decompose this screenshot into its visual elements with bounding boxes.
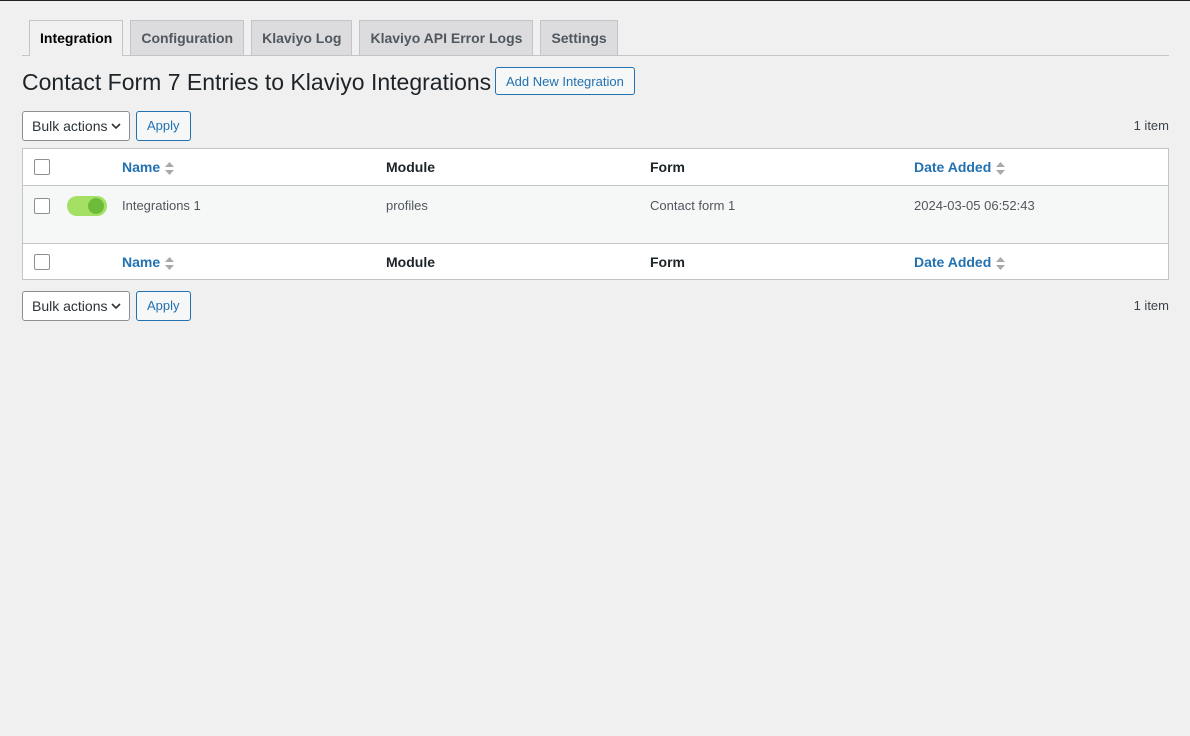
table-header: Name Module Form Date Added [23,149,1168,186]
column-name-label: Name [122,254,161,270]
select-all-checkbox-footer[interactable] [34,254,50,270]
column-date-label: Date Added [914,159,992,175]
column-module-footer: Module [386,254,435,270]
tab-integration[interactable]: Integration [29,20,124,56]
add-new-integration-button[interactable]: Add New Integration [495,67,635,95]
row-date-added: 2024-03-05 06:52:43 [914,198,1035,213]
integration-status-toggle[interactable] [67,196,107,216]
select-all-checkbox[interactable] [34,159,50,175]
column-name-sortable[interactable]: Name [122,159,175,175]
table-row: Integrations 1 profiles Contact form 1 2… [23,186,1168,243]
bulk-actions-bottom: Bulk actions Apply [22,291,191,321]
sort-icon [996,161,1006,175]
row-form: Contact form 1 [650,198,736,213]
toggle-knob [88,198,104,214]
bulk-actions-select[interactable]: Bulk actions [22,111,130,141]
page-title: Contact Form 7 Entries to Klaviyo Integr… [22,69,492,95]
bulk-actions-value: Bulk actions [32,298,108,314]
apply-button[interactable]: Apply [136,111,191,141]
bulk-actions-top: Bulk actions Apply [22,111,191,141]
row-name[interactable]: Integrations 1 [122,198,201,213]
chevron-down-icon [111,303,121,310]
bulk-actions-value: Bulk actions [32,118,108,134]
sort-icon [996,256,1006,270]
nav-tabs: Integration Configuration Klaviyo Log Kl… [29,20,625,56]
column-form: Form [650,159,685,175]
row-module: profiles [386,198,428,213]
column-name-label: Name [122,159,161,175]
column-name-sortable-footer[interactable]: Name [122,254,175,270]
bulk-actions-select-bottom[interactable]: Bulk actions [22,291,130,321]
integrations-table: Name Module Form Date Added Integrations… [22,148,1169,280]
table-footer: Name Module Form Date Added [23,243,1168,279]
items-count-bottom: 1 item [1133,298,1169,313]
column-date-added-sortable[interactable]: Date Added [914,159,1006,175]
tab-settings[interactable]: Settings [540,20,618,55]
tab-klaviyo-log[interactable]: Klaviyo Log [251,20,353,55]
tabs-divider [22,55,1169,56]
row-checkbox[interactable] [34,198,50,214]
column-date-added-sortable-footer[interactable]: Date Added [914,254,1006,270]
sort-icon [165,161,175,175]
column-date-label: Date Added [914,254,992,270]
tab-klaviyo-api-error-logs[interactable]: Klaviyo API Error Logs [359,20,534,55]
column-form-footer: Form [650,254,685,270]
chevron-down-icon [111,123,121,130]
tab-configuration[interactable]: Configuration [130,20,245,55]
items-count: 1 item [1133,118,1169,133]
column-module: Module [386,159,435,175]
apply-button-bottom[interactable]: Apply [136,291,191,321]
sort-icon [165,256,175,270]
